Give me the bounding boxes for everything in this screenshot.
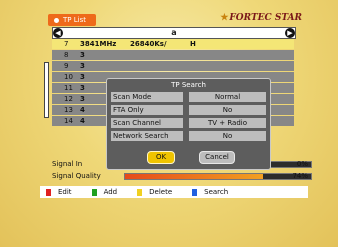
edit-button[interactable]: Edit xyxy=(46,188,72,196)
tp-list-title-text: TP List xyxy=(63,16,86,24)
scan-channel-value[interactable]: TV + Radio xyxy=(189,118,266,128)
scan-channel-row[interactable]: Scan Channel TV + Radio xyxy=(111,118,266,128)
signal-intensity-label: Signal In xyxy=(52,160,83,168)
add-label: Add xyxy=(103,188,118,196)
dialog-title: TP Search xyxy=(171,81,206,89)
fta-only-row[interactable]: FTA Only No xyxy=(111,105,266,115)
tp-number: 8 xyxy=(64,51,69,59)
delete-label: Delete xyxy=(149,188,173,196)
network-search-label: Network Search xyxy=(111,131,183,141)
tp-number: 12 xyxy=(64,95,73,103)
signal-quality-value: 74% xyxy=(292,172,308,180)
tp-frequency: 4 xyxy=(80,106,85,114)
blue-key-icon xyxy=(192,188,198,196)
star-icon: ★ xyxy=(220,13,229,23)
right-arrow-icon[interactable]: ▶ xyxy=(285,28,295,38)
tp-number: 13 xyxy=(64,106,73,114)
signal-quality-label: Signal Quality xyxy=(52,172,101,180)
tp-frequency: 4 xyxy=(80,117,85,125)
scan-channel-label: Scan Channel xyxy=(111,118,183,128)
bottom-bar: Edit Add Delete Search xyxy=(40,186,308,198)
signal-quality-bar xyxy=(124,173,312,180)
tp-frequency: 3 xyxy=(80,84,85,92)
yellow-key-icon xyxy=(137,188,143,196)
green-key-icon xyxy=(91,188,97,196)
bullet-icon xyxy=(54,17,59,23)
list-item[interactable]: 8 3 xyxy=(52,50,294,60)
scan-mode-value[interactable]: Normal xyxy=(189,92,266,102)
list-item[interactable]: 9 3 xyxy=(52,61,294,71)
tp-frequency: 3 xyxy=(80,62,85,70)
tp-number: 11 xyxy=(64,84,73,92)
network-search-value[interactable]: No xyxy=(189,131,266,141)
signal-quality: Signal Quality 74% xyxy=(52,171,312,181)
tp-frequency: 3 xyxy=(80,95,85,103)
search-label: Search xyxy=(204,188,229,196)
delete-button[interactable]: Delete xyxy=(137,188,172,196)
tp-frequency: 3 xyxy=(80,73,85,81)
satellite-name: a xyxy=(171,28,177,37)
add-button[interactable]: Add xyxy=(91,188,118,196)
brand-logo: ★FORTEC STAR xyxy=(220,13,302,23)
tp-number: 7 xyxy=(64,40,69,48)
tp-polarity: H xyxy=(190,40,196,48)
cancel-button[interactable]: Cancel xyxy=(199,151,235,164)
signal-intensity-value: 0% xyxy=(296,160,308,168)
tp-list-screen: TP List ★FORTEC STAR ◀ a ▶ 7 3841MHz 268… xyxy=(0,0,338,247)
satellite-selector[interactable]: ◀ a ▶ xyxy=(52,27,296,39)
tp-number: 10 xyxy=(64,73,73,81)
scan-mode-label: Scan Mode xyxy=(111,92,183,102)
search-button[interactable]: Search xyxy=(192,188,228,196)
tp-frequency: 3841MHz xyxy=(80,40,117,48)
tp-search-dialog: TP Search Scan Mode Normal FTA Only No S… xyxy=(106,78,271,170)
fta-only-label: FTA Only xyxy=(111,105,183,115)
tp-number: 14 xyxy=(64,117,73,125)
tp-list-title: TP List xyxy=(48,14,96,26)
list-item[interactable]: 7 3841MHz 26840Ks/ H xyxy=(52,39,294,49)
ok-button[interactable]: OK xyxy=(147,151,175,164)
tp-symbol-rate: 26840Ks/ xyxy=(130,40,167,48)
scan-mode-row[interactable]: Scan Mode Normal xyxy=(111,92,266,102)
edit-label: Edit xyxy=(58,188,72,196)
tp-number: 9 xyxy=(64,62,69,70)
tp-frequency: 3 xyxy=(80,51,85,59)
red-key-icon xyxy=(46,188,51,196)
header: TP List ★FORTEC STAR xyxy=(40,13,308,26)
fta-only-value[interactable]: No xyxy=(189,105,266,115)
signal-quality-fill xyxy=(125,174,263,179)
network-search-row[interactable]: Network Search No xyxy=(111,131,266,141)
brand-text: FORTEC STAR xyxy=(229,13,302,23)
list-scrollbar[interactable] xyxy=(44,62,49,118)
